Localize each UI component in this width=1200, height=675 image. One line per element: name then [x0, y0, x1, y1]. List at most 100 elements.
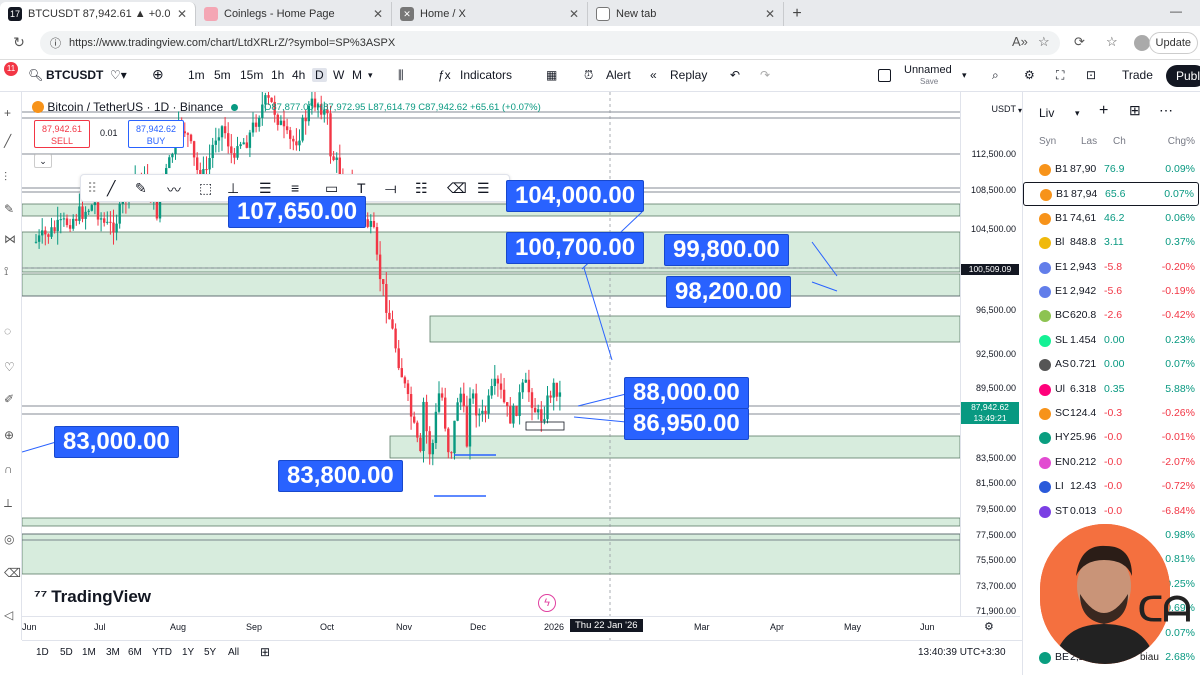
col-change-pct[interactable]: Chg% [1168, 136, 1195, 147]
price-label-98200[interactable]: 98,200.00 [666, 276, 791, 308]
range-5y[interactable]: 5Y [204, 647, 216, 658]
range-all[interactable]: All [228, 647, 239, 658]
text-tool-icon[interactable]: ◌ [4, 324, 11, 338]
col-symbol[interactable]: Syn [1039, 136, 1056, 147]
ruler-tool-icon[interactable]: ✐ [4, 392, 14, 406]
price-label-99800[interactable]: 99,800.00 [664, 234, 789, 266]
interval-1h[interactable]: 1h [271, 68, 284, 82]
watchlist-title[interactable]: Liv [1039, 106, 1054, 120]
brush-tool-icon[interactable]: ✎ [4, 202, 14, 216]
magnet-tool-icon[interactable]: ∩ [4, 462, 13, 476]
fib-retracement-icon[interactable]: ☰ [259, 180, 272, 197]
replay-icon[interactable]: « [650, 68, 657, 82]
compare-icon[interactable]: ♡▾ [110, 68, 127, 82]
collapse-trading-panel-icon[interactable]: ⌄ [34, 154, 52, 168]
range-5d[interactable]: 5D [60, 647, 73, 658]
address-bar[interactable]: ⓘ https://www.tradingview.com/chart/LtdX… [40, 31, 1060, 55]
trend-line-tool-icon[interactable]: ╱ [4, 134, 11, 148]
interval-m[interactable]: M [352, 68, 362, 82]
drag-handle-icon[interactable]: ⠿ [87, 180, 97, 197]
alert-button[interactable]: Alert [606, 68, 631, 82]
price-range-icon[interactable]: ☷ [415, 180, 428, 197]
icon-tool-icon[interactable]: ♡ [4, 360, 15, 374]
layout-save-label[interactable]: Save [920, 77, 938, 86]
symbol-search-icon[interactable]: 🔍︎ [28, 68, 43, 82]
watchlist-row[interactable]: E1 2,943 -5.8 -0.20% [1023, 256, 1199, 280]
add-symbol-icon[interactable]: ⊕ [152, 66, 164, 83]
browser-tab-tradingview[interactable]: 17 BTCUSDT 87,942.61 ▲ +0.07% Ur ✕ [0, 2, 196, 26]
lock-tool-icon[interactable]: ⟂ [4, 496, 12, 511]
minimize-window-icon[interactable]: — [1170, 4, 1182, 18]
site-info-icon[interactable]: ⓘ [50, 35, 61, 51]
watchlist-row[interactable]: BC 620.8 -2.6 -0.42% [1023, 304, 1199, 328]
interval-d-active[interactable]: D [312, 68, 327, 82]
rectangle-icon[interactable]: ⬚ [199, 180, 212, 197]
reload-icon[interactable]: ↻ [8, 34, 30, 51]
price-label-86950[interactable]: 86,950.00 [624, 408, 749, 440]
watchlist-row[interactable]: ST 0.013 -0.0 -6.84% [1023, 500, 1199, 524]
close-tab-icon[interactable]: ✕ [177, 7, 187, 21]
redo-icon[interactable]: ↷ [760, 68, 770, 82]
col-last[interactable]: Las [1081, 136, 1097, 147]
fib-tool-icon[interactable]: ⫶ [4, 170, 7, 185]
quick-search-icon[interactable]: ⌕ [992, 68, 999, 83]
polyline-icon[interactable]: 〰 [167, 180, 181, 200]
eraser-icon[interactable]: ⌫ [447, 180, 467, 197]
price-label-100700[interactable]: 100,700.00 [506, 232, 645, 264]
chart-symbol-line[interactable]: Bitcoin / TetherUS · 1D · Binance [32, 100, 238, 114]
close-tab-icon[interactable]: ✕ [765, 7, 775, 21]
watchlist-row[interactable]: SL 1.454 0.00 0.23% [1023, 329, 1199, 353]
browser-tab-newtab[interactable]: New tab ✕ [588, 2, 784, 26]
interval-5m[interactable]: 5m [214, 68, 231, 82]
price-label-83000[interactable]: 83,000.00 [54, 426, 179, 458]
browser-tab-coinlegs[interactable]: Coinlegs - Home Page ✕ [196, 2, 392, 26]
trade-button[interactable]: Trade [1122, 68, 1153, 82]
crosshair-tool-icon[interactable]: + [4, 106, 11, 120]
browser-essentials-icon[interactable]: ⟳ [1074, 34, 1085, 50]
read-aloud-icon[interactable]: A» [1012, 34, 1028, 49]
layout-name[interactable]: Unnamed [904, 64, 952, 76]
indicators-icon[interactable]: ƒx [438, 68, 451, 82]
undo-icon[interactable]: ↶ [730, 68, 740, 82]
watchlist-row[interactable]: SC 124.4 -0.3 -0.26% [1023, 402, 1199, 426]
interval-dropdown-icon[interactable]: ▾ [368, 70, 373, 81]
currency-label[interactable]: USDT [992, 104, 1017, 114]
watchlist-row[interactable]: B1 87,90 76.9 0.09% [1023, 158, 1199, 182]
hide-drawings-icon[interactable]: ◎ [4, 532, 14, 546]
candle-type-icon[interactable]: ⫼ [398, 68, 404, 83]
object-tree-icon[interactable]: ◁ [4, 608, 13, 622]
add-symbol-plus-icon[interactable]: + [1099, 102, 1108, 120]
interval-15m[interactable]: 15m [240, 68, 263, 82]
range-1m[interactable]: 1M [82, 647, 96, 658]
long-position-icon[interactable]: ⊥ [227, 180, 239, 197]
watchlist-row[interactable]: B1 74,61 46.2 0.06% [1023, 207, 1199, 231]
extensions-icon[interactable]: ☆ [1106, 34, 1118, 50]
zoom-tool-icon[interactable]: ⊕ [4, 428, 14, 442]
browser-tab-x[interactable]: ✕ Home / X ✕ [392, 2, 588, 26]
advanced-view-icon[interactable]: ⊞ [1129, 102, 1141, 119]
measure-tool-icon[interactable]: ⟟ [4, 264, 8, 279]
range-ytd[interactable]: YTD [152, 647, 172, 658]
more-options-icon[interactable]: ⋯ [1159, 102, 1173, 119]
layout-checkbox-icon[interactable] [878, 69, 891, 82]
col-change[interactable]: Ch [1113, 136, 1126, 147]
watchlist-row[interactable]: EN 0.212 -0.0 -2.07% [1023, 451, 1199, 475]
settings-gear-icon[interactable]: ⚙ [1024, 68, 1035, 82]
price-label-104000[interactable]: 104,000.00 [506, 180, 645, 212]
notification-badge[interactable]: 11 [4, 62, 18, 76]
time-axis[interactable]: Jun Jul Aug Sep Oct Nov Dec 2026 Thu 22 … [22, 616, 1020, 638]
horizontal-lines-icon[interactable]: ☰ [477, 180, 490, 197]
remove-drawings-icon[interactable]: ⌫ [4, 566, 21, 580]
line-tool-icon[interactable]: ╱ [107, 180, 115, 197]
sell-button[interactable]: 87,942.61 SELL [34, 120, 90, 148]
interval-4h[interactable]: 4h [292, 68, 305, 82]
watchlist-dropdown-icon[interactable]: ▾ [1075, 108, 1080, 119]
pattern-tool-icon[interactable]: ⋈ [4, 232, 16, 246]
indicators-button[interactable]: Indicators [460, 68, 512, 82]
new-tab-icon[interactable]: + [784, 2, 810, 26]
price-label-83800[interactable]: 83,800.00 [278, 460, 403, 492]
utc-clock[interactable]: 13:40:39 UTC+3:30 [918, 647, 1006, 658]
price-label-107650[interactable]: 107,650.00 [228, 196, 367, 228]
axis-settings-icon[interactable]: ⚙ [984, 620, 994, 633]
layout-dropdown-icon[interactable]: ▾ [962, 70, 967, 81]
